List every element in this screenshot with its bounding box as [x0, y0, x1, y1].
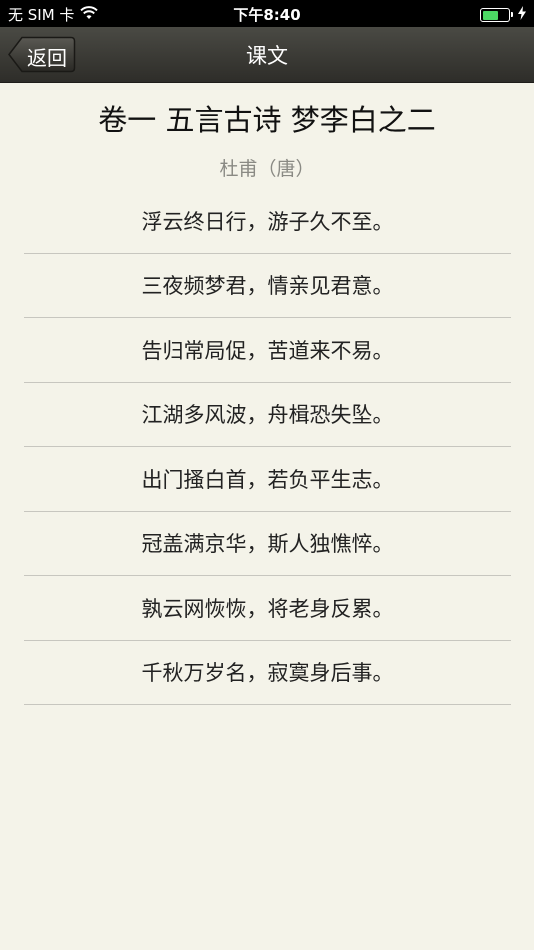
poem-author: 杜甫（唐）: [219, 158, 315, 180]
battery-icon: [480, 8, 513, 22]
status-right: [480, 6, 526, 24]
poem-line: 出门搔白首，若负平生志。: [24, 447, 511, 512]
charging-bolt-icon: [518, 6, 526, 24]
poem-title: 卷一 五言古诗 梦李白之二: [98, 103, 436, 137]
poem-lines: 浮云终日行，游子久不至。 三夜频梦君，情亲见君意。 告归常局促，苦道来不易。 江湖多风…: [24, 189, 511, 705]
nav-title: 课文: [246, 44, 288, 68]
poem-line: 冠盖满京华，斯人独憔悴。: [24, 512, 511, 576]
poem-line: 三夜频梦君，情亲见君意。: [24, 254, 511, 318]
battery-fill: [482, 10, 498, 20]
poem-line: 孰云网恢恢，将老身反累。: [24, 576, 511, 641]
status-time: 下午8:40: [233, 6, 301, 24]
poem-line: 告归常局促，苦道来不易。: [24, 318, 511, 383]
poem-line: 江湖多风波，舟楫恐失坠。: [24, 383, 511, 447]
status-bar: 无 SIM 卡 下午8:40: [0, 0, 534, 27]
navigation-bar: 返回 课文: [0, 27, 534, 83]
poem-line: 浮云终日行，游子久不至。: [24, 189, 511, 254]
poem-content: 卷一 五言古诗 梦李白之二 杜甫（唐） 浮云终日行，游子久不至。 三夜频梦君，情亲…: [0, 84, 534, 950]
poem-line: 千秋万岁名，寂寞身后事。: [24, 641, 511, 705]
